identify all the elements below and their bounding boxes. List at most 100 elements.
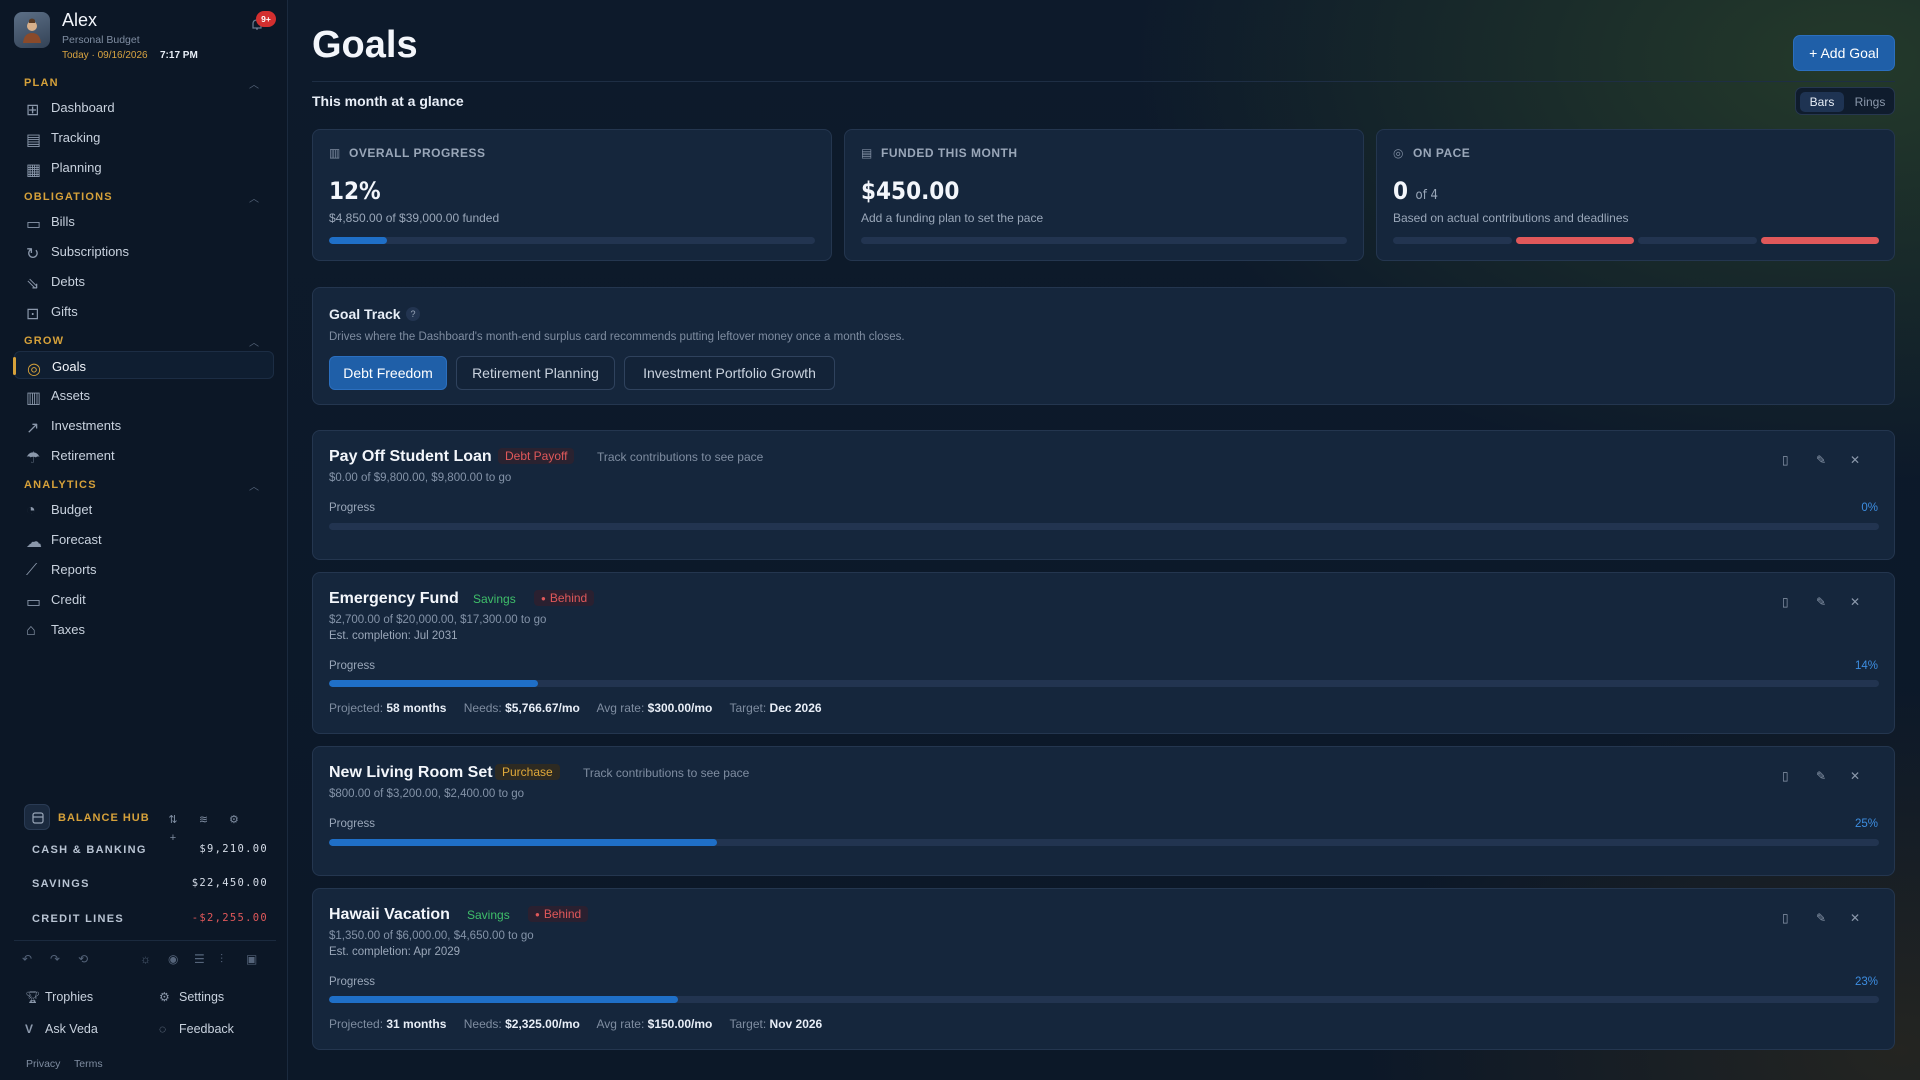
chevron-up-icon[interactable]: ︿	[249, 478, 259, 493]
redo-icon[interactable]: ↷	[50, 952, 60, 966]
help-icon[interactable]: ?	[406, 307, 420, 321]
gear-icon[interactable]: ⚙	[227, 813, 241, 827]
goal-name: Emergency Fund	[329, 590, 459, 607]
sidebar-item-debts[interactable]: ⇘ Debts	[14, 267, 274, 295]
goal-amount: $2,700.00 of $20,000.00, $17,300.00 to g…	[329, 614, 547, 626]
balance-hub-tools: ⇅ ≋ ⚙ +	[166, 810, 276, 846]
target-icon: ◎	[27, 361, 41, 378]
profile-name: Alex	[62, 10, 98, 30]
goal-actions: ▯ ✎ ✕	[1782, 911, 1870, 927]
pencil-icon[interactable]: ✎	[1816, 595, 1826, 609]
layers-icon[interactable]: ≋	[196, 813, 210, 827]
feedback-label: Feedback	[179, 1022, 234, 1036]
sidebar-item-tracking[interactable]: ▤ Tracking	[14, 123, 274, 151]
sidebar-item-bills[interactable]: ▭ Bills	[14, 207, 274, 235]
sidebar-item-planning[interactable]: ▦ Planning	[14, 153, 274, 181]
document-icon[interactable]: ▯	[1782, 453, 1789, 467]
privacy-link[interactable]: Privacy	[26, 1058, 60, 1070]
sidebar-item-investments[interactable]: ↗ Investments	[14, 411, 274, 439]
gift-icon: ⊡	[26, 306, 40, 323]
progress-percent: 23%	[1854, 976, 1878, 988]
goal-meta: Projected: 58 months Needs: $5,766.67/mo…	[329, 701, 822, 715]
database-icon[interactable]: ☰	[194, 952, 205, 966]
balance-row[interactable]: SAVINGS $22,450.00	[32, 877, 267, 890]
sidebar-item-label: Debts	[51, 274, 85, 289]
calendar-icon: ▦	[26, 162, 42, 179]
balance-row-name: CREDIT LINES	[32, 913, 124, 925]
goal-card: Hawaii Vacation Savings Behind $1,350.00…	[312, 888, 1895, 1050]
document-icon[interactable]: ▯	[1782, 769, 1789, 783]
chevron-up-icon[interactable]: ︿	[249, 334, 259, 349]
sidebar-item-credit[interactable]: ▭ Credit	[14, 585, 274, 613]
progress-percent: 0%	[1861, 502, 1878, 514]
balance-row[interactable]: CASH & BANKING $9,210.00	[32, 843, 267, 856]
pace-segment	[1760, 237, 1879, 244]
pencil-icon[interactable]: ✎	[1816, 769, 1826, 783]
balance-row-name: SAVINGS	[32, 878, 90, 890]
terms-link[interactable]: Terms	[74, 1058, 103, 1070]
sidebar-item-label: Reports	[51, 562, 97, 577]
sidebar-item-reports[interactable]: ⟋ Reports	[14, 555, 274, 583]
line-chart-icon: ⟋	[26, 562, 38, 579]
undo-icon[interactable]: ↶	[22, 952, 32, 966]
track-option-retirement-planning[interactable]: Retirement Planning	[456, 356, 615, 390]
status-badge: Behind	[528, 906, 589, 922]
pencil-icon[interactable]: ✎	[1816, 911, 1826, 925]
sidebar-item-taxes[interactable]: ⌂ Taxes	[14, 615, 274, 643]
settings-link[interactable]: ⚙ Settings	[159, 990, 225, 1004]
add-goal-button[interactable]: + Add Goal	[1793, 35, 1895, 71]
ask-veda-link[interactable]: V Ask Veda	[25, 1022, 98, 1036]
eye-icon[interactable]: ◉	[168, 952, 178, 966]
sidebar-item-label: Subscriptions	[51, 244, 130, 259]
sidebar-item-goals[interactable]: ◎ Goals	[13, 351, 274, 379]
user-icon	[23, 18, 41, 43]
sort-icon[interactable]: ⇅	[166, 813, 180, 827]
sidebar-item-assets[interactable]: ▥ Assets	[14, 381, 274, 409]
est-completion: Est. completion: Jul 2031	[329, 630, 458, 642]
profile-card[interactable]: Alex Personal Budget Today · 09/16/2026 …	[14, 10, 276, 64]
sidebar-item-gifts[interactable]: ⊡ Gifts	[14, 297, 274, 325]
view-option-rings[interactable]: Rings	[1848, 92, 1892, 112]
sidebar-item-label: Planning	[51, 160, 102, 175]
stat-label: ◎ ON PACE	[1393, 146, 1471, 160]
sidebar-item-budget[interactable]: ◔ Budget	[14, 495, 274, 523]
sun-icon[interactable]: ☼	[140, 952, 151, 966]
chevron-up-icon[interactable]: ︿	[249, 190, 259, 205]
track-option-investment-growth[interactable]: Investment Portfolio Growth	[624, 356, 835, 390]
goal-actions: ▯ ✎ ✕	[1782, 453, 1870, 469]
sidebar-item-retirement[interactable]: ☂ Retirement	[14, 441, 274, 469]
sidebar-item-forecast[interactable]: ☁ Forecast	[14, 525, 274, 553]
track-option-debt-freedom[interactable]: Debt Freedom	[329, 356, 447, 390]
chevron-up-icon[interactable]: ︿	[249, 76, 259, 91]
close-icon[interactable]: ✕	[1850, 911, 1860, 925]
goal-track-description: Drives where the Dashboard's month-end s…	[329, 331, 905, 343]
close-icon[interactable]: ✕	[1850, 453, 1860, 467]
pace-note: Track contributions to see pace	[583, 766, 750, 780]
stat-card-overall-progress: ▥ OVERALL PROGRESS 12% $4,850.00 of $39,0…	[312, 129, 832, 261]
progress-fill	[329, 996, 678, 1003]
close-icon[interactable]: ✕	[1850, 769, 1860, 783]
pencil-icon[interactable]: ✎	[1816, 453, 1826, 467]
stat-value: $450.00	[861, 177, 960, 205]
avatar[interactable]	[14, 12, 50, 48]
history-icon[interactable]: ⟲	[78, 952, 88, 966]
progress-label: Progress	[329, 818, 376, 830]
calendar-icon: ▤	[861, 146, 873, 160]
sidebar-item-subscriptions[interactable]: ↻ Subscriptions	[14, 237, 274, 265]
panel-icon[interactable]: ▣	[246, 952, 257, 966]
profile-date: Today · 09/16/2026	[62, 50, 148, 61]
document-icon[interactable]: ▯	[1782, 911, 1789, 925]
settings-label: Settings	[179, 990, 225, 1004]
wallet-icon[interactable]	[24, 804, 50, 830]
balance-row[interactable]: CREDIT LINES -$2,255.00	[32, 912, 267, 925]
sliders-icon[interactable]: ⫶	[220, 952, 223, 967]
goal-card: Emergency Fund Savings Behind $2,700.00 …	[312, 572, 1895, 734]
close-icon[interactable]: ✕	[1850, 595, 1860, 609]
pace-segment	[1515, 237, 1634, 244]
view-option-bars[interactable]: Bars	[1800, 92, 1844, 112]
document-icon[interactable]: ▯	[1782, 595, 1789, 609]
grid-icon: ⊞	[26, 102, 40, 119]
sidebar-item-dashboard[interactable]: ⊞ Dashboard	[14, 93, 274, 121]
trophies-link[interactable]: 🏆︎ Trophies	[25, 990, 93, 1004]
feedback-link[interactable]: ◌ Feedback	[159, 1022, 234, 1036]
